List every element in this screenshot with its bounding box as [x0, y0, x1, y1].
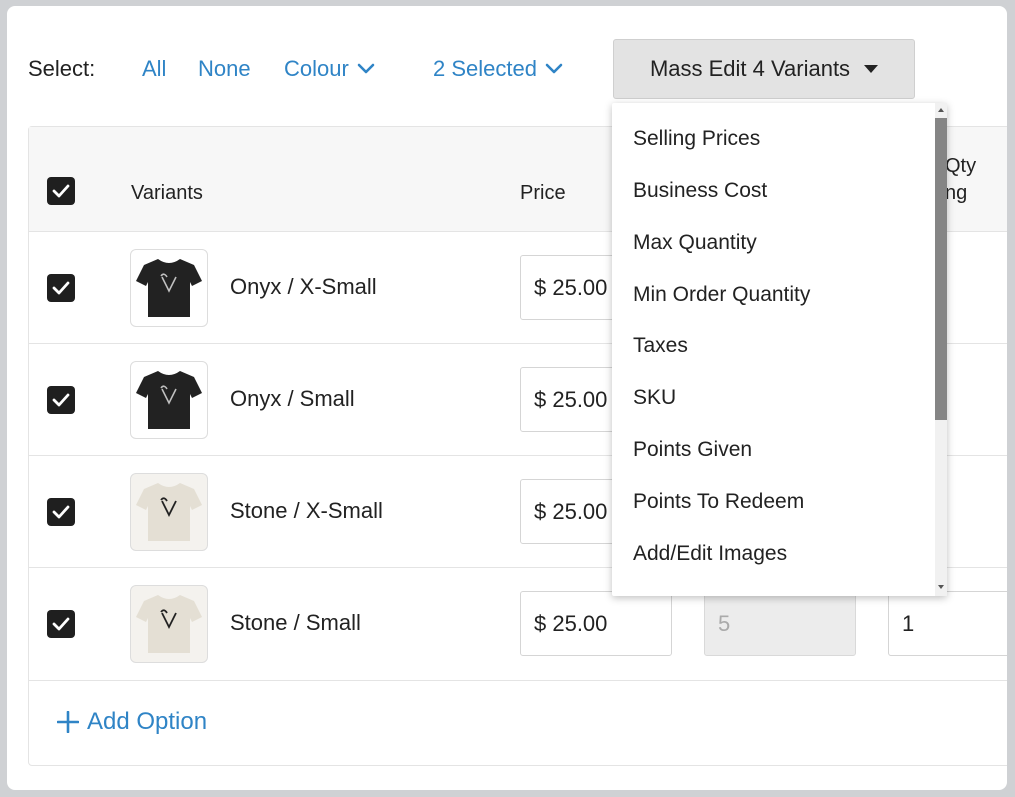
tshirt-icon — [136, 483, 202, 541]
select-all-link[interactable]: All — [142, 56, 166, 82]
colour-dropdown-label: Colour — [284, 56, 349, 81]
chevron-down-icon — [545, 63, 563, 74]
variant-thumbnail[interactable] — [130, 585, 208, 663]
tshirt-icon — [136, 259, 202, 317]
header-qty-partial: Qty — [945, 155, 977, 177]
mass-edit-button[interactable]: Mass Edit 4 Variants — [613, 39, 915, 99]
variant-name: Onyx / X-Small — [230, 274, 377, 299]
select-all-checkbox[interactable] — [47, 177, 75, 205]
variant-name: Stone / Small — [230, 610, 361, 635]
add-option-button[interactable]: Add Option — [57, 708, 207, 736]
row-checkbox[interactable] — [47, 274, 75, 302]
add-option-label: Add Option — [87, 708, 208, 735]
check-icon — [52, 281, 70, 295]
menu-scrollbar-thumb[interactable] — [935, 118, 947, 420]
variants-panel: Select: All None Colour 2 Selected Mass … — [7, 6, 1007, 790]
row-checkbox[interactable] — [47, 498, 75, 526]
qty-input-disabled: 5 — [704, 591, 856, 656]
chevron-down-icon — [357, 63, 375, 74]
add-option-row: Add Option — [29, 680, 1007, 767]
mass-edit-menu: Selling Prices Business Cost Max Quantit… — [612, 103, 947, 596]
colour-dropdown[interactable]: Colour — [284, 56, 375, 82]
tshirt-icon — [136, 371, 202, 429]
select-label: Select: — [28, 56, 96, 81]
header-price: Price — [520, 182, 566, 204]
scroll-up-icon[interactable] — [938, 108, 944, 112]
caret-down-icon — [864, 65, 879, 73]
header-qty-partial-2: ng — [945, 182, 968, 204]
plus-icon — [57, 711, 79, 733]
menu-item-selling-prices[interactable]: Selling Prices — [633, 127, 760, 151]
row-checkbox[interactable] — [47, 386, 75, 414]
scroll-down-icon[interactable] — [938, 585, 944, 589]
min-qty-input[interactable]: 1 — [888, 591, 1007, 656]
select-none-link[interactable]: None — [198, 56, 251, 82]
variant-thumbnail[interactable] — [130, 361, 208, 439]
menu-item-taxes[interactable]: Taxes — [633, 334, 688, 358]
tshirt-icon — [136, 595, 202, 653]
check-icon — [52, 393, 70, 407]
variant-thumbnail[interactable] — [130, 473, 208, 551]
menu-item-min-order-quantity[interactable]: Min Order Quantity — [633, 283, 810, 307]
menu-item-points-to-redeem[interactable]: Points To Redeem — [633, 490, 804, 514]
selected-dropdown[interactable]: 2 Selected — [433, 56, 563, 82]
menu-item-add-edit-images[interactable]: Add/Edit Images — [633, 542, 787, 566]
menu-item-points-given[interactable]: Points Given — [633, 438, 752, 462]
menu-item-business-cost[interactable]: Business Cost — [633, 179, 767, 203]
price-input[interactable]: $ 25.00 — [520, 591, 672, 656]
variant-thumbnail[interactable] — [130, 249, 208, 327]
menu-item-max-quantity[interactable]: Max Quantity — [633, 231, 757, 255]
variant-name: Onyx / Small — [230, 386, 355, 411]
mass-edit-label: Mass Edit 4 Variants — [649, 56, 851, 81]
header-variants: Variants — [131, 182, 203, 204]
check-icon — [52, 184, 70, 198]
row-checkbox[interactable] — [47, 610, 75, 638]
menu-item-sku[interactable]: SKU — [633, 386, 676, 410]
selected-dropdown-label: 2 Selected — [433, 56, 537, 81]
variant-name: Stone / X-Small — [230, 498, 383, 523]
check-icon — [52, 617, 70, 631]
check-icon — [52, 505, 70, 519]
